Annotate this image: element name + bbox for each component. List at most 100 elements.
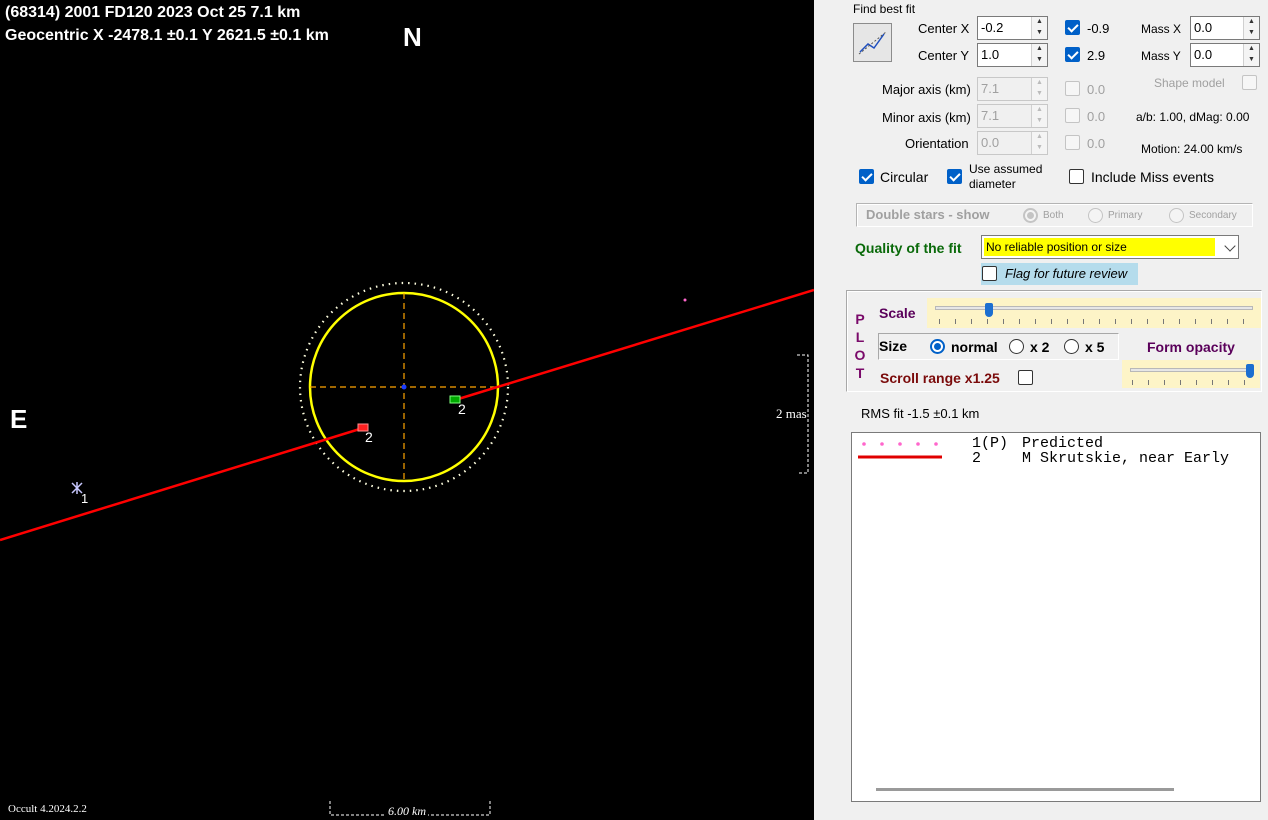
quality-selected-value: No reliable position or size [984, 238, 1215, 256]
size-normal-radio[interactable] [930, 339, 945, 354]
scroll-range-label: Scroll range x1.25 [880, 370, 1000, 386]
form-opacity-label: Form opacity [1147, 339, 1235, 355]
include-miss-checkbox[interactable] [1069, 169, 1084, 184]
center-y-fit-checkbox[interactable] [1065, 47, 1080, 62]
major-axis-fit-checkbox[interactable] [1065, 81, 1080, 96]
scale-slider-track [935, 306, 1253, 310]
center-x-label: Center X [918, 21, 970, 36]
major-axis-input[interactable]: 7.1 ▲ ▼ [977, 77, 1048, 101]
version-label: Occult 4.2024.2.2 [8, 803, 87, 815]
orientation-fit-value: 0.0 [1087, 136, 1106, 151]
minor-axis-input[interactable]: 7.1 ▲ ▼ [977, 104, 1048, 128]
size-x2-radio[interactable] [1009, 339, 1024, 354]
legend-item-2-id: 2 [972, 450, 982, 467]
spin-up-icon[interactable]: ▲ [1244, 44, 1259, 55]
chord-legend-list[interactable]: 1(P) Predicted 2 M Skrutskie, near Early [851, 432, 1261, 802]
center-x-fit-checkbox[interactable] [1065, 20, 1080, 35]
scale-slider-thumb[interactable] [985, 303, 994, 317]
double-secondary-radio[interactable] [1169, 208, 1184, 223]
spin-down-icon[interactable]: ▼ [1032, 28, 1047, 39]
major-axis-fit-value: 0.0 [1087, 82, 1106, 97]
size-x5-radio[interactable] [1064, 339, 1079, 354]
shape-model-label: Shape model [1154, 76, 1225, 90]
spin-down-icon[interactable]: ▼ [1244, 28, 1259, 39]
use-assumed-diameter-checkbox[interactable] [947, 169, 962, 184]
chord-line-right [454, 288, 814, 402]
mass-x-label: Mass X [1141, 22, 1182, 36]
north-label: N [403, 22, 422, 52]
spin-up-icon: ▲ [1032, 105, 1047, 116]
mas-label: 2 mas [776, 406, 807, 421]
center-point [401, 384, 407, 390]
tiny-pink-point [683, 298, 687, 302]
orientation-label: Orientation [905, 136, 969, 151]
chord-label-green: 2 [458, 401, 466, 417]
scale-slider[interactable] [927, 298, 1261, 328]
chord-line-left [0, 426, 364, 542]
orientation-fit-checkbox[interactable] [1065, 135, 1080, 150]
scroll-range-checkbox[interactable] [1018, 370, 1033, 385]
legend-swatches [858, 442, 942, 459]
spin-down-icon: ▼ [1032, 143, 1047, 154]
double-primary-radio[interactable] [1088, 208, 1103, 223]
motion-text: Motion: 24.00 km/s [1141, 142, 1243, 156]
chord-label-red: 2 [365, 429, 373, 445]
center-x-fit-value: -0.9 [1087, 21, 1110, 36]
circular-checkbox[interactable] [859, 169, 874, 184]
center-y-input[interactable]: 1.0 ▲ ▼ [977, 43, 1048, 67]
star-label: 1 [81, 491, 89, 506]
plot-title-line2: Geocentric X -2478.1 ±0.1 Y 2621.5 ±0.1 … [5, 27, 329, 44]
opacity-slider-track [1130, 368, 1254, 372]
double-primary-label: Primary [1108, 210, 1143, 221]
flag-review-checkbox[interactable] [982, 266, 997, 281]
legend-horizontal-scrollbar[interactable] [876, 788, 1174, 791]
center-y-label: Center Y [918, 48, 970, 63]
east-label: E [10, 404, 28, 434]
double-stars-label: Double stars - show [866, 207, 990, 222]
double-stars-group: Double stars - show Both Primary Seconda… [856, 203, 1253, 227]
quality-dropdown[interactable]: No reliable position or size [981, 235, 1239, 259]
minor-axis-fit-checkbox[interactable] [1065, 108, 1080, 123]
legend-predicted-dots [862, 442, 938, 446]
find-best-fit-label: Find best fit [853, 2, 916, 16]
spin-down-icon: ▼ [1032, 116, 1047, 127]
rms-fit-text: RMS fit -1.5 ±0.1 km [861, 406, 980, 421]
spin-up-icon[interactable]: ▲ [1244, 17, 1259, 28]
scale-label: Scale [879, 305, 916, 321]
double-secondary-label: Secondary [1189, 210, 1237, 221]
legend-item-2-text: M Skrutskie, near Early [1022, 450, 1230, 467]
plot-title-line1: (68314) 2001 FD120 2023 Oct 25 7.1 km [5, 4, 301, 21]
minor-axis-fit-value: 0.0 [1087, 109, 1106, 124]
size-x2-label: x 2 [1030, 339, 1050, 355]
spin-down-icon[interactable]: ▼ [1244, 55, 1259, 66]
spin-up-icon: ▲ [1032, 132, 1047, 143]
control-panel: Find best fit Center X -0.2 ▲ ▼ -0.9 Mass… [814, 0, 1268, 820]
ab-dmag-text: a/b: 1.00, dMag: 0.00 [1136, 110, 1250, 124]
spin-up-icon[interactable]: ▲ [1032, 44, 1047, 55]
mass-y-input[interactable]: 0.0 ▲ ▼ [1190, 43, 1260, 67]
center-x-input[interactable]: -0.2 ▲ ▼ [977, 16, 1048, 40]
size-normal-label: normal [951, 339, 998, 355]
double-both-radio[interactable] [1023, 208, 1038, 223]
orientation-input[interactable]: 0.0 ▲ ▼ [977, 131, 1048, 155]
mass-y-label: Mass Y [1141, 49, 1181, 63]
size-x5-label: x 5 [1085, 339, 1105, 355]
occultation-plot[interactable]: (68314) 2001 FD120 2023 Oct 25 7.1 km Ge… [0, 0, 814, 820]
double-both-label: Both [1043, 210, 1064, 221]
mass-x-input[interactable]: 0.0 ▲ ▼ [1190, 16, 1260, 40]
opacity-slider[interactable] [1122, 360, 1260, 388]
shape-model-checkbox[interactable] [1242, 75, 1257, 90]
size-label: Size [879, 338, 908, 354]
scale-slider-ticks [939, 319, 1253, 324]
spin-up-icon[interactable]: ▲ [1032, 17, 1047, 28]
spin-down-icon[interactable]: ▼ [1032, 55, 1047, 66]
center-y-fit-value: 2.9 [1087, 48, 1106, 63]
spin-up-icon: ▲ [1032, 78, 1047, 89]
circular-label: Circular [880, 169, 929, 185]
include-miss-label: Include Miss events [1091, 169, 1214, 185]
use-assumed-diameter-label: Use assumed diameter [969, 162, 1043, 191]
scale-bar-label: 6.00 km [386, 804, 428, 819]
opacity-slider-thumb[interactable] [1246, 364, 1254, 378]
plot-canvas [0, 281, 814, 816]
find-best-fit-button[interactable] [853, 23, 892, 62]
